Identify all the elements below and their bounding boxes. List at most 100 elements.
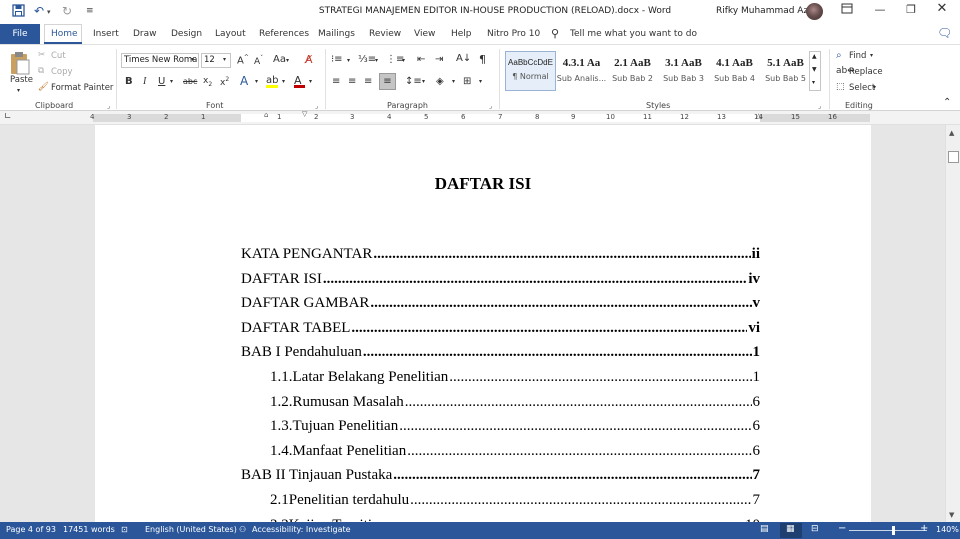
toc-entry[interactable]: 2.1Penelitian terdahulu 7 <box>270 492 760 512</box>
line-spacing-icon[interactable]: ↕≡ <box>405 76 422 87</box>
change-case-icon[interactable]: Aa▾ <box>273 54 289 65</box>
toc-entry[interactable]: 1.3.Tujuan Penelitian 6 <box>270 418 760 438</box>
font-size-select[interactable]: 12 <box>201 53 231 68</box>
line-spacing-dropdown-icon[interactable]: ▾ <box>422 78 425 85</box>
bullets-dropdown-icon[interactable]: ▾ <box>347 57 350 64</box>
styles-more-icon[interactable]: ▾ <box>812 79 815 86</box>
user-name[interactable]: Rifky Muhammad Aziz <box>716 6 815 16</box>
horizontal-ruler[interactable]: ∟ 4 3 2 1 1 2 3 4 5 6 7 8 9 10 11 12 13 … <box>0 110 960 125</box>
borders-icon[interactable]: ⊞ <box>463 76 471 87</box>
zoom-level[interactable]: 140% <box>936 525 959 534</box>
word-count[interactable]: 17451 words <box>63 525 115 534</box>
tab-draw[interactable]: Draw <box>133 29 157 39</box>
paragraph-launcher-icon[interactable]: ⌟ <box>489 102 492 110</box>
align-right-icon[interactable]: ≡ <box>364 76 372 87</box>
copy-button[interactable]: Copy <box>51 67 73 77</box>
toc-entry[interactable]: DAFTAR GAMBAR v <box>241 295 760 315</box>
toc-entry[interactable]: 1.2.Rumusan Masalah 6 <box>270 394 760 414</box>
show-formatting-icon[interactable]: ¶ <box>479 53 486 66</box>
font-color-dropdown-icon[interactable]: ▾ <box>309 78 312 85</box>
highlight-icon[interactable]: ab <box>266 75 278 88</box>
indent-marker-icon[interactable]: ⌂ <box>264 111 268 119</box>
paste-dropdown-icon[interactable]: ▾ <box>17 87 20 94</box>
scroll-down-icon[interactable]: ▼ <box>949 511 954 519</box>
replace-button[interactable]: Replace <box>849 67 883 77</box>
zoom-slider[interactable] <box>849 530 927 531</box>
justify-icon[interactable]: ≡ <box>379 73 396 90</box>
toc-entry[interactable]: KATA PENGANTAR ii <box>241 246 760 266</box>
toc-entry[interactable]: DAFTAR TABEL vi <box>241 320 760 340</box>
toc-entry[interactable]: DAFTAR ISI iv <box>241 271 760 291</box>
tab-layout[interactable]: Layout <box>215 29 246 39</box>
tab-view[interactable]: View <box>414 29 435 39</box>
vertical-scrollbar[interactable]: ▲ ▼ <box>945 125 960 522</box>
focus-mode-icon[interactable]: ▤ <box>760 524 769 534</box>
find-dropdown-icon[interactable]: ▾ <box>870 52 873 59</box>
scroll-thumb[interactable] <box>948 151 959 163</box>
comments-icon[interactable]: 🗨 <box>937 26 952 40</box>
bullets-icon[interactable]: ⁝≡ <box>331 54 343 65</box>
font-family-select[interactable]: Times New Roma <box>121 53 199 68</box>
font-size-dropdown-icon[interactable]: ▾ <box>223 56 226 63</box>
scroll-up-icon[interactable]: ▲ <box>949 129 954 137</box>
numbering-icon[interactable]: ⅓≡ <box>358 54 376 65</box>
find-button[interactable]: Find <box>849 51 866 61</box>
tab-file[interactable]: File <box>0 24 40 44</box>
superscript-icon[interactable]: x2 <box>220 76 229 88</box>
text-effects-icon[interactable]: A <box>240 74 248 88</box>
select-button[interactable]: Select <box>849 83 875 93</box>
minimize-icon[interactable]: — <box>870 3 890 19</box>
web-layout-icon[interactable]: ⊟ <box>811 524 819 534</box>
underline-icon[interactable]: U <box>158 76 165 87</box>
sort-icon[interactable]: A↓ <box>456 53 471 64</box>
tab-references[interactable]: References <box>259 29 309 39</box>
page-count[interactable]: Page 4 of 93 <box>6 525 56 534</box>
increase-indent-icon[interactable]: ⇥ <box>435 54 443 65</box>
ribbon-display-icon[interactable] <box>837 3 857 19</box>
highlight-dropdown-icon[interactable]: ▾ <box>282 78 285 85</box>
style-sub-bab-5[interactable]: 5.1 AaB Sub Bab 5 <box>760 51 811 91</box>
bold-icon[interactable]: B <box>125 76 133 87</box>
tab-nitro[interactable]: Nitro Pro 10 <box>487 29 540 39</box>
tab-review[interactable]: Review <box>369 29 401 39</box>
zoom-out-icon[interactable]: − <box>838 523 846 534</box>
styles-launcher-icon[interactable]: ⌟ <box>818 102 821 110</box>
cut-button[interactable]: Cut <box>51 51 66 61</box>
language-status[interactable]: English (United States) <box>145 525 237 534</box>
format-painter-button[interactable]: Format Painter <box>51 83 113 93</box>
font-family-dropdown-icon[interactable]: ▾ <box>191 56 194 63</box>
align-center-icon[interactable]: ≡ <box>348 76 356 87</box>
style-sub-bab-2[interactable]: 2.1 AaB Sub Bab 2 <box>607 51 658 91</box>
close-icon[interactable]: ✕ <box>932 1 952 17</box>
shrink-font-icon[interactable]: Aˇ <box>254 55 263 67</box>
tab-home[interactable]: Home <box>51 29 78 39</box>
select-dropdown-icon[interactable]: ▾ <box>873 84 876 91</box>
clipboard-launcher-icon[interactable]: ⌟ <box>107 102 110 110</box>
style-sub-analisis[interactable]: 4.3.1 Aa Sub Analis... <box>556 51 607 91</box>
toc-entry[interactable]: BAB I Pendahuluan 1 <box>241 344 760 364</box>
tab-mailings[interactable]: Mailings <box>318 29 355 39</box>
font-color-icon[interactable]: A <box>294 74 305 88</box>
shading-dropdown-icon[interactable]: ▾ <box>452 78 455 85</box>
right-indent-icon[interactable]: △ <box>756 112 761 120</box>
first-line-indent-icon[interactable]: ▽ <box>302 110 307 118</box>
tab-design[interactable]: Design <box>171 29 202 39</box>
style-sub-bab-3[interactable]: 3.1 AaB Sub Bab 3 <box>658 51 709 91</box>
document-page[interactable]: DAFTAR ISI KATA PENGANTARiiDAFTAR ISIivD… <box>95 125 871 522</box>
redo-icon[interactable]: ↻ <box>62 4 72 18</box>
undo-icon[interactable]: ↶ <box>34 4 44 18</box>
proofing-icon[interactable]: ⊡ <box>121 525 128 534</box>
underline-dropdown-icon[interactable]: ▾ <box>170 78 173 85</box>
tab-selector-icon[interactable]: ∟ <box>4 112 12 122</box>
tab-help[interactable]: Help <box>451 29 472 39</box>
align-left-icon[interactable]: ≡ <box>332 76 340 87</box>
collapse-ribbon-icon[interactable]: ⌃ <box>943 97 951 108</box>
zoom-in-icon[interactable]: + <box>920 523 928 534</box>
toc-entry[interactable]: 1.1.Latar Belakang Penelitian 1 <box>270 369 760 389</box>
text-effects-dropdown-icon[interactable]: ▾ <box>255 78 258 85</box>
customize-toolbar-icon[interactable]: ≡ <box>86 6 94 16</box>
shading-icon[interactable]: ◈ <box>436 76 444 87</box>
styles-up-icon[interactable]: ▲ <box>812 53 817 60</box>
save-icon[interactable] <box>12 4 25 20</box>
multilevel-list-dropdown-icon[interactable]: ▾ <box>402 57 405 64</box>
